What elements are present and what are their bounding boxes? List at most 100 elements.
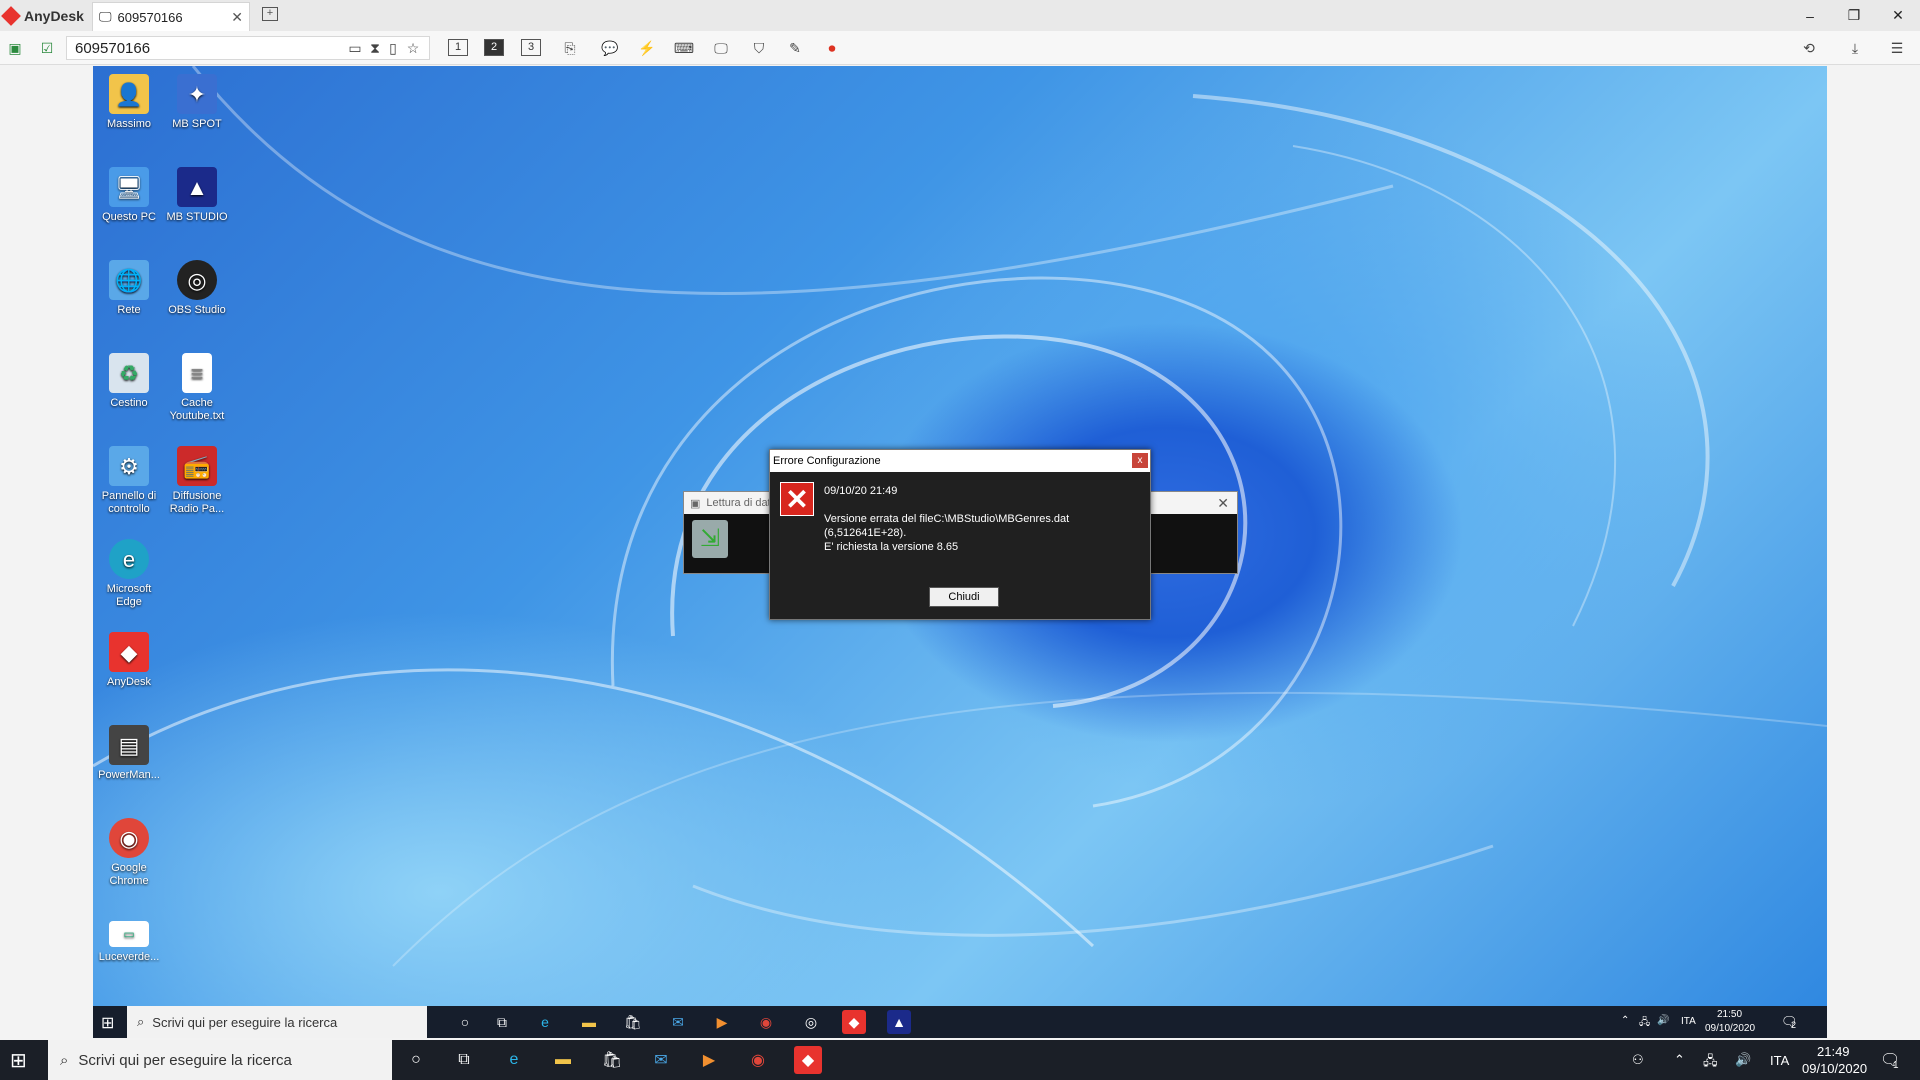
start-windows-icon[interactable]: ⊞ xyxy=(10,1048,27,1073)
file-explorer-icon[interactable]: ▬ xyxy=(549,1046,577,1074)
remote-volume-icon[interactable]: 🔊 xyxy=(1657,1015,1669,1026)
desktop-icon-diffusione-radio[interactable]: 📻 Diffusione Radio Pa... xyxy=(164,446,230,516)
monitor-2-button[interactable]: 2 xyxy=(484,39,504,56)
error-dialog[interactable]: Errore Configurazione x ✕ 09/10/20 21:49… xyxy=(769,449,1151,620)
error-message-line2: (6,512641E+28). xyxy=(824,527,907,539)
restore-button[interactable]: ❐ xyxy=(1832,0,1876,31)
computer-icon: 🖥 xyxy=(109,167,149,207)
anydesk-taskbar-icon[interactable]: ◆ xyxy=(794,1046,822,1074)
remote-mb-studio-icon[interactable]: ▲ xyxy=(887,1010,911,1034)
chrome-taskbar-icon[interactable]: ◉ xyxy=(744,1046,772,1074)
store-icon[interactable]: 🛍 xyxy=(598,1046,626,1074)
mb-studio-icon: ▲ xyxy=(177,167,217,207)
chat-icon[interactable]: 💬 xyxy=(601,39,619,57)
display-icon[interactable]: 🖵 xyxy=(712,39,730,57)
remote-file-explorer-icon[interactable]: ▬ xyxy=(577,1010,601,1034)
remote-taskbar: ⊞ ⌕ Scrivi qui per eseguire la ricerca ○… xyxy=(93,1006,1827,1038)
desktop-icon-mb-spot[interactable]: ✦ MB SPOT xyxy=(164,74,230,131)
file-transfer-icon[interactable]: ⎘ xyxy=(561,39,579,57)
verified-icon[interactable]: ☑ xyxy=(38,39,56,57)
remote-media-player-icon[interactable]: ▶ xyxy=(710,1010,734,1034)
error-close-button[interactable]: x xyxy=(1132,453,1148,468)
user-folder-icon: 👤 xyxy=(109,74,149,114)
desktop-icon-edge[interactable]: e Microsoft Edge xyxy=(96,539,162,609)
desktop-icon-powerman[interactable]: ▤ PowerMan... xyxy=(96,725,162,782)
search-icon: ⌕ xyxy=(60,1051,69,1069)
history-icon[interactable]: ⟲ xyxy=(1800,39,1818,57)
desktop-icon-obs[interactable]: ◎ OBS Studio xyxy=(164,260,230,317)
recycle-bin-icon: ♻ xyxy=(109,353,149,393)
keyboard-icon[interactable]: ⌨ xyxy=(674,39,694,57)
remote-anydesk-icon[interactable]: ◆ xyxy=(842,1010,866,1034)
error-dialog-title: Errore Configurazione xyxy=(773,455,881,467)
menu-icon[interactable]: ☰ xyxy=(1888,39,1906,57)
tab-close-icon[interactable]: ✕ xyxy=(231,9,243,26)
remote-desktop[interactable]: 👤 Massimo 🖥 Questo PC 🌐 Rete ♻ Cestino ⚙… xyxy=(93,66,1827,1038)
remote-store-icon[interactable]: 🛍 xyxy=(621,1010,645,1034)
desktop-icon-luceverde[interactable]: ▭ Luceverde... xyxy=(96,921,162,964)
remote-chrome-icon[interactable]: ◉ xyxy=(754,1010,778,1034)
session-tab[interactable]: 🖵 609570166 ✕ xyxy=(92,2,250,31)
clock-date[interactable]: 09/10/2020 xyxy=(1802,1061,1867,1076)
monitor-3-button[interactable]: 3 xyxy=(521,39,541,56)
remote-edge-icon[interactable]: e xyxy=(533,1010,557,1034)
anydesk-titlebar: AnyDesk 🖵 609570166 ✕ + – ❐ ✕ xyxy=(0,0,1920,31)
remote-task-view-icon[interactable]: ⧉ xyxy=(490,1010,514,1034)
desktop-icon-massimo[interactable]: 👤 Massimo xyxy=(96,74,162,131)
minimize-button[interactable]: – xyxy=(1788,0,1832,31)
mail-icon[interactable]: ✉ xyxy=(647,1046,675,1074)
remote-notification-count: 2 xyxy=(1791,1020,1797,1030)
remote-tray-chevron-icon[interactable]: ⌃ xyxy=(1621,1015,1629,1026)
desktop-icon-pannello[interactable]: ⚙ Pannello di controllo xyxy=(96,446,162,516)
volume-icon[interactable]: 🔊 xyxy=(1735,1052,1751,1068)
record-icon[interactable]: ⏺ xyxy=(823,39,841,57)
search-placeholder: Scrivi qui per eseguire la ricerca xyxy=(78,1051,292,1069)
remote-network-icon[interactable]: 🖧 xyxy=(1639,1015,1650,1032)
cortana-icon[interactable]: ○ xyxy=(402,1046,430,1074)
clock-time[interactable]: 21:49 xyxy=(1817,1044,1850,1059)
remote-obs-icon[interactable]: ◎ xyxy=(799,1010,823,1034)
edge-taskbar-icon[interactable]: e xyxy=(500,1046,528,1074)
tray-chevron-icon[interactable]: ⌃ xyxy=(1674,1052,1685,1068)
desktop-icon-cestino[interactable]: ♻ Cestino xyxy=(96,353,162,410)
obs-icon: ◎ xyxy=(177,260,217,300)
anydesk-logo[interactable]: AnyDesk xyxy=(1,6,84,26)
remote-cortana-icon[interactable]: ○ xyxy=(453,1010,477,1034)
lettura-close-icon[interactable]: ✕ xyxy=(1217,495,1229,512)
desktop-icon-mb-studio[interactable]: ▲ MB STUDIO xyxy=(164,167,230,224)
desktop-icon-cache-youtube[interactable]: ≡ Cache Youtube.txt xyxy=(164,353,230,423)
remote-clock-date[interactable]: 09/10/2020 xyxy=(1705,1023,1755,1034)
file-icon[interactable]: ▯ xyxy=(384,39,402,57)
network-icon[interactable]: 🖧 xyxy=(1703,1052,1718,1074)
favorite-star-icon[interactable]: ☆ xyxy=(404,39,422,57)
chiudi-button[interactable]: Chiudi xyxy=(929,587,999,607)
taskbar-search-box[interactable]: ⌕ Scrivi qui per eseguire la ricerca xyxy=(48,1040,392,1080)
desktop-icon-rete[interactable]: 🌐 Rete xyxy=(96,260,162,317)
permissions-shield-icon[interactable]: ⛉ xyxy=(750,39,768,57)
monitor-1-button[interactable]: 1 xyxy=(448,39,468,56)
remote-search-box[interactable]: ⌕ Scrivi qui per eseguire la ricerca xyxy=(127,1006,427,1038)
media-player-icon[interactable]: ▶ xyxy=(695,1046,723,1074)
download-icon[interactable]: ⤓ xyxy=(1846,39,1864,57)
language-indicator[interactable]: ITA xyxy=(1770,1053,1789,1068)
powerman-icon: ▤ xyxy=(109,725,149,765)
remote-language[interactable]: ITA xyxy=(1681,1016,1696,1027)
remote-system-tray: ⌃ 🖧 🔊 ITA 21:50 09/10/2020 🗨 2 xyxy=(1621,1006,1827,1038)
desktop-icon-chrome[interactable]: ◉ Google Chrome xyxy=(96,818,162,888)
chat-small-icon[interactable]: ▭ xyxy=(346,39,364,57)
remote-mail-icon[interactable]: ✉ xyxy=(666,1010,690,1034)
task-view-icon[interactable]: ⧉ xyxy=(450,1046,478,1074)
mb-spot-icon: ✦ xyxy=(177,74,217,114)
desktop-icon-questo-pc[interactable]: 🖥 Questo PC xyxy=(96,167,162,224)
hourglass-icon[interactable]: ⧗ xyxy=(366,39,384,57)
desktop-icon-anydesk[interactable]: ◆ AnyDesk xyxy=(96,632,162,689)
close-button[interactable]: ✕ xyxy=(1876,0,1920,31)
new-tab-icon[interactable]: + xyxy=(262,7,278,21)
people-icon[interactable]: ⚇ xyxy=(1632,1052,1644,1068)
session-status-icon[interactable]: ▣ xyxy=(6,39,24,57)
whiteboard-pen-icon[interactable]: ✎ xyxy=(786,39,804,57)
app-small-icon: ▣ xyxy=(690,497,701,510)
remote-start-windows-icon[interactable]: ⊞ xyxy=(101,1013,114,1033)
actions-lightning-icon[interactable]: ⚡ xyxy=(638,39,656,57)
remote-clock-time[interactable]: 21:50 xyxy=(1717,1009,1742,1020)
